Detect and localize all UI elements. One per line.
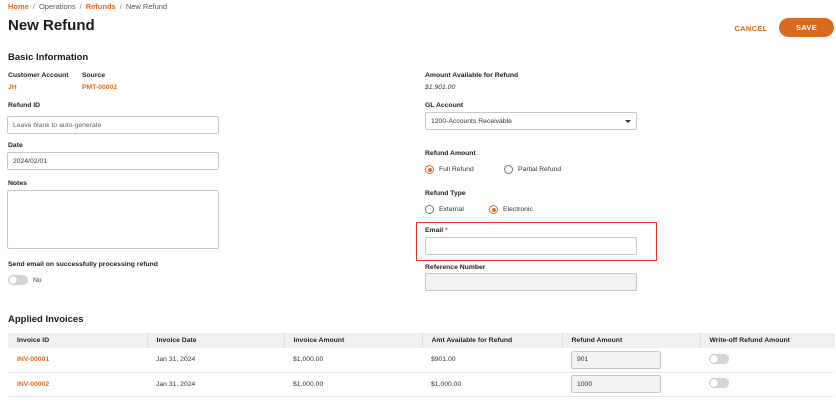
invoice-id-link[interactable]: INV-00002 bbox=[8, 372, 147, 397]
radio-unselected-icon[interactable] bbox=[425, 205, 434, 214]
breadcrumb-separator: / bbox=[32, 2, 35, 11]
invoice-amount-cell: $1,000.00 bbox=[284, 372, 422, 397]
partial-refund-label: Partial Refund bbox=[518, 166, 562, 173]
date-input[interactable]: 2024/02/01 bbox=[7, 152, 219, 170]
send-email-toggle-group: No bbox=[8, 275, 42, 285]
amt-available-cell: $1,000.00 bbox=[422, 372, 562, 397]
column-header: Amt Available for Refund bbox=[422, 333, 563, 348]
notes-label: Notes bbox=[8, 180, 27, 187]
source-value[interactable]: PMT-00002 bbox=[82, 84, 117, 91]
reference-number-label: Reference Number bbox=[425, 264, 486, 271]
gl-account-select[interactable]: 1200-Accounts Receivable bbox=[425, 112, 637, 130]
breadcrumb-operations[interactable]: Operations bbox=[39, 2, 76, 11]
electronic-label: Electronic bbox=[503, 206, 533, 213]
refund-id-label: Refund ID bbox=[8, 102, 41, 109]
date-label: Date bbox=[8, 142, 23, 149]
radio-partial-refund[interactable]: Partial Refund bbox=[504, 165, 561, 174]
send-email-toggle-text: No bbox=[33, 276, 42, 284]
source-label: Source bbox=[82, 72, 106, 79]
email-label: Email * bbox=[425, 227, 448, 234]
notes-textarea[interactable] bbox=[7, 190, 219, 249]
basic-information-heading: Basic Information bbox=[8, 52, 89, 63]
write-off-toggle[interactable] bbox=[709, 378, 729, 388]
save-button[interactable]: SAVE bbox=[779, 18, 834, 37]
customer-account-value[interactable]: JH bbox=[8, 84, 17, 91]
breadcrumb: Home / Operations / Refunds / New Refund bbox=[8, 2, 167, 11]
breadcrumb-separator: / bbox=[79, 2, 82, 11]
refund-amount-input[interactable]: 1000 bbox=[571, 375, 661, 393]
applied-invoices-table: Invoice ID Invoice Date Invoice Amount A… bbox=[8, 333, 835, 397]
external-label: External bbox=[439, 206, 464, 213]
radio-external[interactable]: External bbox=[425, 205, 464, 214]
radio-full-refund[interactable]: Full Refund bbox=[425, 165, 474, 174]
breadcrumb-separator: / bbox=[119, 2, 122, 11]
applied-invoices-heading: Applied Invoices bbox=[8, 314, 84, 325]
radio-electronic[interactable]: Electronic bbox=[489, 205, 533, 214]
amount-available-label: Amount Available for Refund bbox=[425, 72, 519, 79]
refund-amount-label: Refund Amount bbox=[425, 150, 476, 157]
send-email-toggle[interactable] bbox=[8, 275, 28, 285]
refund-amount-cell: 901 bbox=[562, 348, 700, 373]
email-input[interactable] bbox=[425, 237, 637, 255]
breadcrumb-current: New Refund bbox=[125, 2, 168, 11]
reference-number-input[interactable] bbox=[425, 273, 637, 291]
write-off-cell bbox=[700, 372, 835, 397]
table-header-row: Invoice ID Invoice Date Invoice Amount A… bbox=[8, 333, 835, 348]
send-email-label: Send email on successfully processing re… bbox=[8, 261, 158, 268]
invoice-id-link[interactable]: INV-00001 bbox=[8, 348, 147, 373]
breadcrumb-refunds[interactable]: Refunds bbox=[86, 2, 116, 11]
cancel-button[interactable]: CANCEL bbox=[727, 21, 775, 35]
refund-amount-input[interactable]: 901 bbox=[571, 350, 661, 369]
invoice-date-cell: Jan 31, 2024 bbox=[147, 372, 284, 397]
invoice-date-cell: Jan 31, 2024 bbox=[147, 348, 284, 373]
email-label-text: Email bbox=[425, 227, 444, 234]
column-header: Invoice ID bbox=[8, 333, 148, 348]
customer-account-label: Customer Account bbox=[8, 72, 69, 79]
gl-account-value: 1200-Accounts Receivable bbox=[431, 117, 512, 125]
page-title: New Refund bbox=[8, 17, 95, 34]
full-refund-label: Full Refund bbox=[439, 166, 474, 173]
refund-type-label: Refund Type bbox=[425, 190, 466, 197]
write-off-cell bbox=[700, 348, 835, 373]
amt-available-cell: $901.00 bbox=[422, 348, 562, 373]
radio-selected-icon[interactable] bbox=[425, 165, 434, 174]
column-header: Invoice Date bbox=[147, 333, 285, 348]
refund-id-input[interactable]: Leave blank to auto-generate bbox=[7, 116, 219, 134]
table-row: INV-00001 Jan 31, 2024 $1,000.00 $901.00… bbox=[8, 348, 835, 373]
refund-amount-cell: 1000 bbox=[562, 372, 700, 397]
gl-account-label: GL Account bbox=[425, 102, 464, 109]
chevron-down-icon bbox=[625, 119, 631, 123]
column-header: Refund Amount bbox=[562, 333, 701, 348]
invoice-amount-cell: $1,000.00 bbox=[284, 348, 422, 373]
column-header: Invoice Amount bbox=[284, 333, 423, 348]
write-off-toggle[interactable] bbox=[709, 353, 729, 364]
required-mark: * bbox=[445, 227, 448, 234]
breadcrumb-home[interactable]: Home bbox=[8, 2, 29, 11]
table-row: INV-00002 Jan 31, 2024 $1,000.00 $1,000.… bbox=[8, 372, 835, 397]
amount-available-value: $1,901.00 bbox=[425, 84, 456, 91]
radio-selected-icon[interactable] bbox=[489, 205, 498, 214]
column-header: Write-off Refund Amount bbox=[700, 333, 835, 348]
radio-unselected-icon[interactable] bbox=[504, 165, 513, 174]
